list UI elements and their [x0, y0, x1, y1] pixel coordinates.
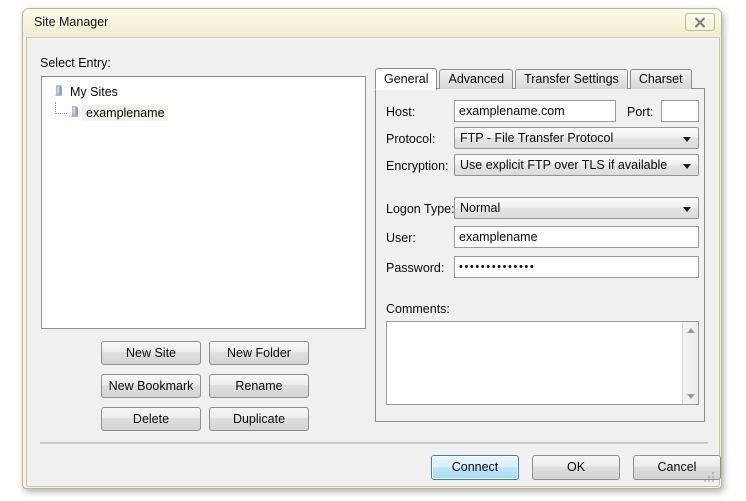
new-folder-button[interactable]: New Folder [209, 341, 309, 365]
select-entry-label: Select Entry: [40, 56, 111, 70]
close-icon [694, 17, 706, 28]
logon-type-select[interactable]: Normal [454, 197, 699, 219]
new-site-button[interactable]: New Site [101, 341, 201, 365]
server-icon [68, 105, 82, 121]
title-bar: Site Manager [23, 9, 721, 37]
tab-transfer-settings[interactable]: Transfer Settings [515, 69, 628, 89]
chevron-down-icon [683, 164, 691, 169]
user-input[interactable] [454, 226, 699, 248]
site-actions-button-group: New Site New Folder New Bookmark Rename … [101, 341, 309, 431]
tree-item-label: My Sites [70, 84, 118, 99]
tree-item-label: examplename [82, 104, 168, 121]
scroll-up-arrow-icon[interactable] [683, 322, 698, 338]
protocol-select[interactable]: FTP - File Transfer Protocol [454, 127, 699, 149]
comments-scrollbar[interactable] [682, 322, 698, 404]
duplicate-button[interactable]: Duplicate [209, 407, 309, 431]
tab-strip: General Advanced Transfer Settings Chars… [375, 67, 694, 90]
logon-type-selected-value: Normal [460, 201, 501, 215]
resize-grip-icon[interactable] [703, 471, 715, 483]
tab-charset[interactable]: Charset [629, 69, 692, 89]
encryption-label: Encryption: [386, 159, 449, 173]
chevron-down-icon [683, 207, 691, 212]
encryption-selected-value: Use explicit FTP over TLS if available [460, 158, 668, 172]
tab-panel-general: Host: Port: Protocol: FTP - File Transfe… [375, 88, 705, 422]
protocol-label: Protocol: [386, 132, 436, 146]
logon-type-label: Logon Type: [386, 202, 455, 216]
password-label: Password: [386, 261, 445, 275]
comments-textarea[interactable] [386, 321, 699, 405]
settings-notebook: General Advanced Transfer Settings Chars… [375, 67, 705, 422]
connect-button[interactable]: Connect [431, 455, 519, 480]
host-input[interactable] [454, 100, 616, 122]
new-bookmark-button[interactable]: New Bookmark [101, 374, 201, 398]
ok-button[interactable]: OK [532, 455, 620, 480]
user-label: User: [386, 231, 416, 245]
site-tree[interactable]: My Sites examplename [41, 76, 366, 329]
encryption-select[interactable]: Use explicit FTP over TLS if available [454, 154, 699, 176]
dialog-footer-buttons: Connect OK Cancel [431, 455, 721, 480]
rename-button[interactable]: Rename [209, 374, 309, 398]
tree-item-my-sites[interactable]: My Sites [42, 81, 365, 102]
delete-button[interactable]: Delete [101, 407, 201, 431]
footer-separator [40, 442, 708, 444]
server-icon [52, 84, 66, 100]
password-input[interactable]: •••••••••••••• [454, 256, 699, 278]
tree-connector-line [55, 102, 67, 114]
close-button[interactable] [685, 13, 715, 31]
host-label: Host: [386, 105, 416, 119]
protocol-selected-value: FTP - File Transfer Protocol [460, 131, 614, 145]
tab-general[interactable]: General [375, 68, 438, 90]
port-label: Port: [627, 105, 654, 119]
dialog-client-area: Select Entry: My Sites examplename New S… [26, 37, 721, 487]
site-manager-dialog: Site Manager Select Entry: My Sites exam… [22, 8, 722, 489]
tree-item-examplename[interactable]: examplename [42, 102, 365, 123]
tab-advanced[interactable]: Advanced [439, 69, 514, 89]
port-input[interactable] [661, 100, 699, 122]
comments-label: Comments: [386, 302, 450, 316]
scroll-down-arrow-icon[interactable] [683, 388, 698, 404]
window-title: Site Manager [34, 15, 109, 29]
chevron-down-icon [683, 137, 691, 142]
